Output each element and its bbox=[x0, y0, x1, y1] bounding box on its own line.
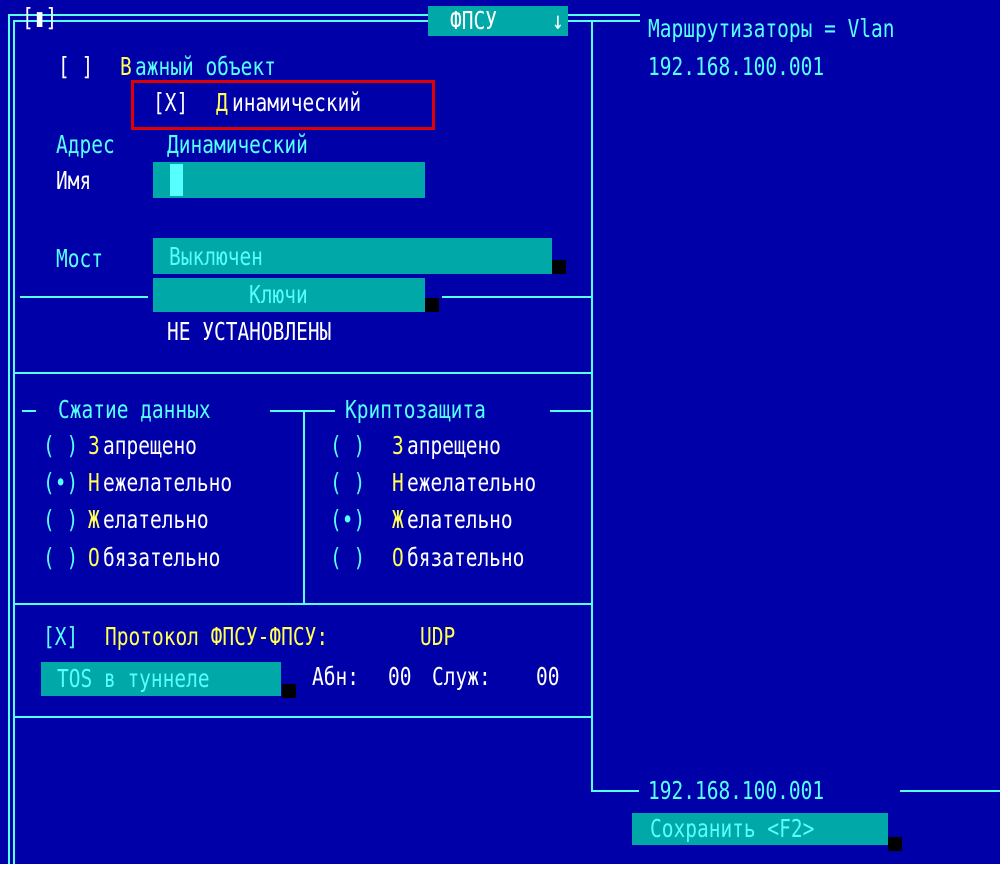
highlight-rectangle bbox=[131, 80, 435, 130]
name-input[interactable] bbox=[153, 162, 425, 198]
crypto-title-right bbox=[550, 410, 591, 412]
keys-button-shadow bbox=[425, 298, 439, 312]
radio-mark: ( ) bbox=[43, 505, 79, 534]
radio-mark: (•) bbox=[43, 468, 79, 497]
frame-top-inner-r bbox=[568, 20, 640, 22]
radio-hotkey: З bbox=[392, 431, 404, 460]
frame-top-outer-r bbox=[568, 14, 640, 16]
radio-label: бязательно bbox=[407, 543, 525, 572]
tos-button[interactable]: TOS в туннеле bbox=[41, 662, 281, 696]
radio-hotkey: Н bbox=[88, 468, 100, 497]
radio-mark: (•) bbox=[330, 505, 366, 534]
options-column-divider bbox=[303, 410, 305, 603]
compression-title: Сжатие данных bbox=[58, 395, 211, 424]
radio-hotkey: Н bbox=[392, 468, 404, 497]
bridge-select[interactable]: Выключен bbox=[153, 238, 552, 274]
crypto-title: Криптозащита bbox=[345, 395, 486, 424]
address-label: Адрес bbox=[56, 130, 115, 159]
tos-button-shadow bbox=[282, 684, 296, 698]
protocol-label: Протокол ФПСУ-ФПСУ: bbox=[105, 622, 329, 651]
bridge-value: Выключен bbox=[169, 242, 263, 271]
radio-label: ежелательно bbox=[407, 468, 537, 497]
frame-left-inner bbox=[13, 20, 15, 864]
abn-label: Абн: bbox=[312, 662, 359, 691]
dos-screen: [▮] ФПСУ ↓ Маршрутизаторы = Vlan 192.168… bbox=[0, 0, 1000, 864]
radio-label: елательно bbox=[407, 505, 513, 534]
radio-mark: ( ) bbox=[330, 431, 366, 460]
serv-value: 00 bbox=[536, 662, 560, 691]
important-label: ажный объект bbox=[135, 52, 276, 81]
keys-button-label: Ключи bbox=[249, 280, 308, 309]
divider-protocol-bottom bbox=[13, 716, 591, 718]
save-button[interactable]: Сохранить <F2> bbox=[632, 813, 888, 845]
radio-hotkey: О bbox=[88, 543, 100, 572]
save-button-label: Сохранить <F2> bbox=[650, 814, 815, 843]
serv-label: Служ: bbox=[432, 662, 491, 691]
radio-label: ежелательно bbox=[103, 468, 233, 497]
divider-options-top bbox=[13, 372, 591, 374]
protocol-checkbox-mark: [X] bbox=[43, 622, 79, 651]
bridge-label: Мост bbox=[56, 244, 103, 273]
frame-top-outer bbox=[8, 14, 428, 16]
tab-fpsu-label: ФПСУ bbox=[450, 6, 497, 35]
compression-title-left bbox=[22, 410, 36, 412]
protocol-value: UDP bbox=[420, 622, 456, 651]
radio-mark: ( ) bbox=[43, 543, 79, 572]
address-value: Динамический bbox=[167, 130, 308, 159]
radio-mark: ( ) bbox=[43, 431, 79, 460]
divider-keys-right bbox=[442, 296, 591, 298]
radio-label: апрещено bbox=[103, 431, 197, 460]
radio-label: елательно bbox=[103, 505, 209, 534]
radio-label: апрещено bbox=[407, 431, 501, 460]
radio-mark: ( ) bbox=[330, 543, 366, 572]
routers-panel-title: Маршрутизаторы = Vlan bbox=[648, 14, 895, 43]
tos-button-label: TOS в туннеле bbox=[57, 664, 210, 693]
radio-label: бязательно bbox=[103, 543, 221, 572]
frame-top-inner bbox=[13, 20, 428, 22]
keys-status: НЕ УСТАНОВЛЕНЫ bbox=[167, 317, 332, 346]
tab-fpsu[interactable]: ФПСУ ↓ bbox=[428, 6, 568, 36]
router-current-address: 192.168.100.001 bbox=[648, 776, 825, 805]
router-list-item[interactable]: 192.168.100.001 bbox=[648, 52, 824, 82]
bottom-right-line-left bbox=[591, 790, 639, 792]
dropdown-arrow-icon: ↓ bbox=[552, 6, 564, 35]
divider-protocol-top bbox=[13, 603, 591, 605]
save-button-shadow bbox=[888, 837, 902, 851]
divider-keys-left bbox=[20, 296, 148, 298]
radio-hotkey: З bbox=[88, 431, 100, 460]
window-close-box[interactable]: [▮] bbox=[22, 3, 57, 33]
bottom-right-line-right bbox=[900, 790, 1000, 792]
abn-value: 00 bbox=[388, 662, 412, 691]
radio-hotkey: Ж bbox=[392, 505, 404, 534]
keys-button[interactable]: Ключи bbox=[153, 278, 425, 312]
bridge-select-shadow bbox=[552, 260, 566, 274]
right-panel-separator bbox=[591, 20, 593, 790]
name-label: Имя bbox=[56, 166, 92, 195]
radio-mark: ( ) bbox=[330, 468, 366, 497]
important-hotkey: В bbox=[120, 52, 132, 81]
radio-hotkey: О bbox=[392, 543, 404, 572]
important-checkbox-mark: [ ] bbox=[58, 52, 94, 81]
radio-hotkey: Ж bbox=[88, 505, 100, 534]
text-cursor bbox=[170, 164, 183, 196]
frame-left-outer bbox=[8, 14, 10, 864]
